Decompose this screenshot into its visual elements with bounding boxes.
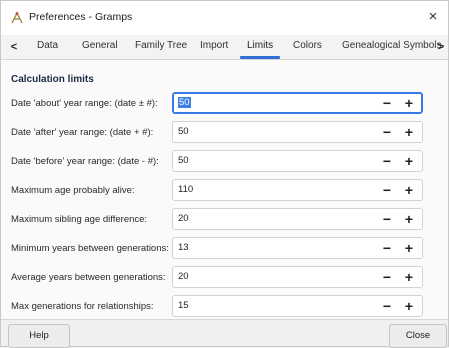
close-icon[interactable]: ×: [424, 8, 442, 26]
max-age-alive-value[interactable]: 110: [178, 184, 193, 195]
help-button[interactable]: Help: [8, 324, 70, 348]
decrement-button[interactable]: −: [376, 267, 398, 287]
tab-limits[interactable]: Limits: [247, 40, 273, 51]
increment-button[interactable]: +: [398, 296, 420, 316]
avg-years-generations-value[interactable]: 20: [178, 271, 189, 282]
tab-colors[interactable]: Colors: [293, 40, 322, 51]
date-about-spinner[interactable]: 50 − +: [172, 92, 423, 114]
section-title: Calculation limits: [11, 74, 94, 85]
date-before-spinner[interactable]: 50 − +: [172, 150, 423, 172]
row-label-date-about: Date 'about' year range: (date ± #):: [11, 98, 158, 109]
tab-bar: < Data General Family Tree Import Limits…: [1, 35, 448, 60]
limits-panel: Calculation limits Date 'about' year ran…: [2, 61, 447, 319]
row-label-max-sibling-diff: Maximum sibling age difference:: [11, 214, 148, 225]
increment-button[interactable]: +: [398, 122, 420, 142]
decrement-button[interactable]: −: [376, 180, 398, 200]
max-generations-value[interactable]: 15: [178, 300, 189, 311]
tab-import[interactable]: Import: [200, 40, 228, 51]
date-after-value[interactable]: 50: [178, 126, 189, 137]
increment-button[interactable]: +: [398, 209, 420, 229]
tab-family-tree[interactable]: Family Tree: [135, 40, 187, 51]
increment-button[interactable]: +: [398, 151, 420, 171]
gramps-app-icon: [10, 11, 24, 25]
row-label-max-generations: Max generations for relationships:: [11, 301, 154, 312]
increment-button[interactable]: +: [398, 267, 420, 287]
min-years-generations-value[interactable]: 13: [178, 242, 189, 253]
dialog-footer: Help Close: [1, 319, 448, 348]
increment-button[interactable]: +: [398, 180, 420, 200]
decrement-button[interactable]: −: [376, 122, 398, 142]
tab-scroll-left-icon[interactable]: <: [7, 38, 21, 56]
tab-genealogical-symbols[interactable]: Genealogical Symbols: [342, 40, 442, 51]
avg-years-generations-spinner[interactable]: 20 − +: [172, 266, 423, 288]
row-label-min-years-generations: Minimum years between generations:: [11, 243, 169, 254]
row-label-max-age-alive: Maximum age probably alive:: [11, 185, 135, 196]
date-about-value[interactable]: 50: [178, 97, 191, 108]
tab-data[interactable]: Data: [37, 40, 58, 51]
min-years-generations-spinner[interactable]: 13 − +: [172, 237, 423, 259]
row-label-date-after: Date 'after' year range: (date + #):: [11, 127, 154, 138]
decrement-button[interactable]: −: [376, 151, 398, 171]
max-generations-spinner[interactable]: 15 − +: [172, 295, 423, 317]
tab-general[interactable]: General: [82, 40, 118, 51]
decrement-button[interactable]: −: [376, 238, 398, 258]
max-sibling-diff-value[interactable]: 20: [178, 213, 189, 224]
decrement-button[interactable]: −: [376, 209, 398, 229]
date-before-value[interactable]: 50: [178, 155, 189, 166]
window-title: Preferences - Gramps: [29, 11, 133, 23]
close-button[interactable]: Close: [389, 324, 447, 348]
title-bar: Preferences - Gramps ×: [1, 1, 448, 35]
decrement-button[interactable]: −: [376, 93, 398, 113]
tab-scroll-right-icon[interactable]: >: [434, 38, 448, 56]
increment-button[interactable]: +: [398, 238, 420, 258]
max-age-alive-spinner[interactable]: 110 − +: [172, 179, 423, 201]
decrement-button[interactable]: −: [376, 296, 398, 316]
row-label-date-before: Date 'before' year range: (date - #):: [11, 156, 159, 167]
preferences-window: Preferences - Gramps × < Data General Fa…: [0, 0, 449, 348]
active-tab-indicator: [240, 56, 280, 59]
date-after-spinner[interactable]: 50 − +: [172, 121, 423, 143]
max-sibling-diff-spinner[interactable]: 20 − +: [172, 208, 423, 230]
row-label-avg-years-generations: Average years between generations:: [11, 272, 166, 283]
increment-button[interactable]: +: [398, 93, 420, 113]
